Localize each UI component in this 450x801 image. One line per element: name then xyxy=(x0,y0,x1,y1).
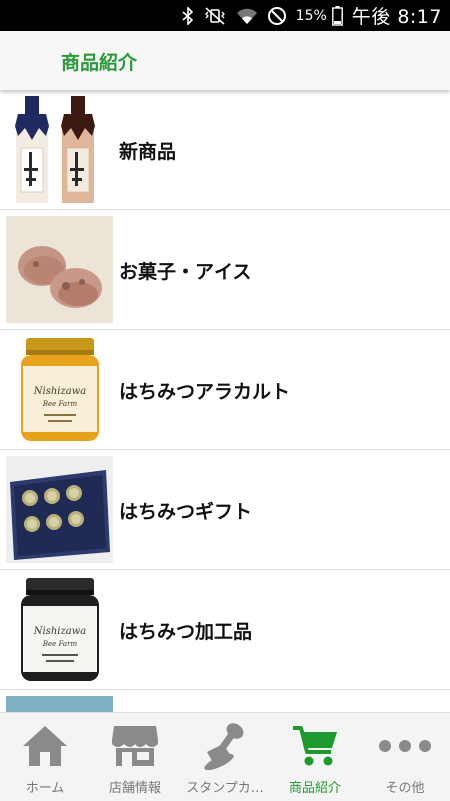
battery-icon xyxy=(331,5,343,26)
list-item-partial[interactable] xyxy=(0,690,450,712)
honey-gift-box-photo xyxy=(6,456,113,563)
vibrate-mute-icon xyxy=(203,6,227,25)
jar-sub-text: Bee Farm xyxy=(42,400,78,408)
list-item-label: はちみつギフト xyxy=(119,500,253,523)
tab-store-info[interactable]: 店舗情報 xyxy=(90,713,180,801)
tab-label: ホーム xyxy=(25,781,65,796)
honey-jar-photo: Nishizawa Bee Farm xyxy=(6,336,113,443)
stamp-icon xyxy=(180,723,270,770)
list-item-label: はちみつアラカルト xyxy=(119,380,291,403)
category-list[interactable]: 新商品 お菓子・アイス Nishizawa Bee Farm はちみつアラカルト… xyxy=(0,90,450,712)
list-item-honey-processed[interactable]: Nishizawa Bee Farm はちみつ加工品 xyxy=(0,570,450,690)
bottom-tab-bar: ホーム 店舗情報 スタンプカ… 商品紹介 その他 xyxy=(0,712,450,801)
tab-label: スタンプカ… xyxy=(186,781,264,796)
list-item-label: 新商品 xyxy=(119,140,177,163)
clock: 午後 8:17 xyxy=(351,6,442,28)
tab-label: その他 xyxy=(385,781,425,796)
home-icon xyxy=(0,723,90,769)
app-header: 商品紹介 xyxy=(0,31,450,90)
status-bar: 15% 午後 8:17 xyxy=(0,0,450,31)
sake-bottles-photo xyxy=(6,96,113,203)
wifi-icon xyxy=(236,7,258,25)
page-title: 商品紹介 xyxy=(61,52,138,74)
battery-percent: 15% xyxy=(295,7,327,24)
list-item-label: お菓子・アイス xyxy=(119,260,252,283)
tab-stamp-card[interactable]: スタンプカ… xyxy=(180,713,270,801)
tab-label: 店舗情報 xyxy=(108,781,161,796)
jar-brand-text: Nishizawa xyxy=(33,386,87,397)
jar-sub-text: Bee Farm xyxy=(42,640,78,648)
jar-brand-text: Nishizawa xyxy=(33,626,87,637)
partial-photo xyxy=(6,696,113,712)
more-icon xyxy=(360,723,450,769)
list-item-honey-a-la-carte[interactable]: Nishizawa Bee Farm はちみつアラカルト xyxy=(0,330,450,450)
dark-honey-jar-photo: Nishizawa Bee Farm xyxy=(6,576,113,683)
do-not-disturb-icon xyxy=(267,6,287,26)
bluetooth-icon xyxy=(182,6,194,25)
list-item-new-products[interactable]: 新商品 xyxy=(0,90,450,210)
cart-icon xyxy=(270,723,360,769)
tab-label: 商品紹介 xyxy=(288,781,341,796)
list-item-sweets-ice[interactable]: お菓子・アイス xyxy=(0,210,450,330)
store-icon xyxy=(90,723,180,769)
cookies-photo xyxy=(6,216,113,323)
tab-other[interactable]: その他 xyxy=(360,713,450,801)
list-item-label: はちみつ加工品 xyxy=(119,620,253,643)
tab-products[interactable]: 商品紹介 xyxy=(270,713,360,801)
list-item-honey-gift[interactable]: はちみつギフト xyxy=(0,450,450,570)
tab-home[interactable]: ホーム xyxy=(0,713,90,801)
